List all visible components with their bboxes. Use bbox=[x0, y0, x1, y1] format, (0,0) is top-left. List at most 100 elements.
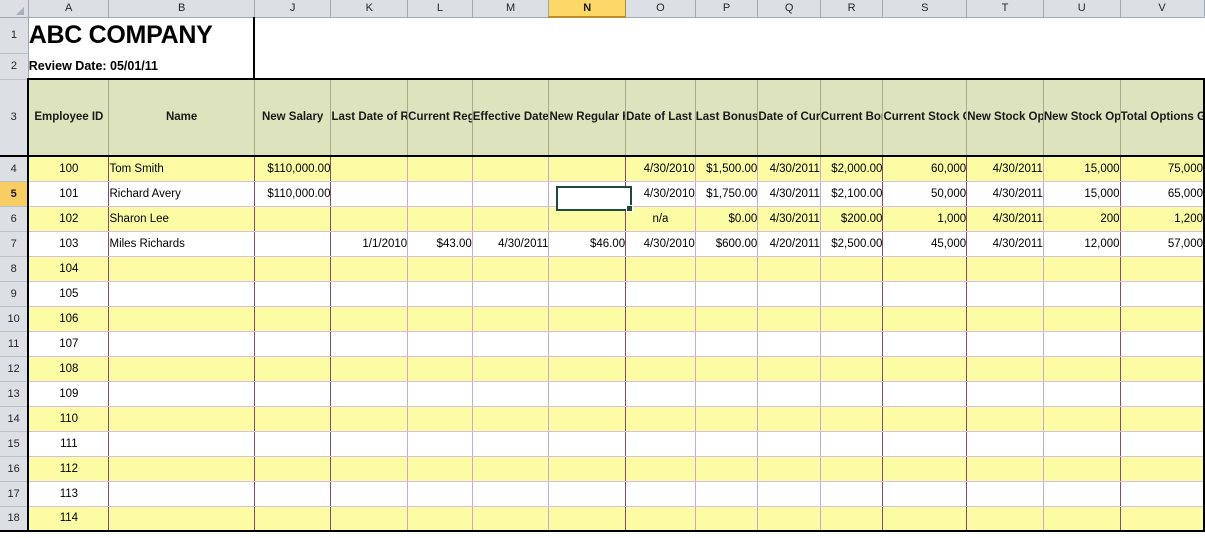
cell-total-options-granted[interactable] bbox=[1120, 456, 1205, 482]
cell-current-hourly[interactable] bbox=[407, 156, 473, 182]
cell-current-hourly[interactable] bbox=[407, 481, 473, 507]
cell-date-current-bonus[interactable] bbox=[757, 306, 821, 332]
cell-new-option-grants[interactable] bbox=[1043, 281, 1121, 307]
cell-new-option-grants[interactable] bbox=[1043, 456, 1121, 482]
row-header-4[interactable]: 4 bbox=[0, 156, 29, 182]
cell-new-option-grant-date[interactable] bbox=[966, 431, 1044, 457]
cell-new-hourly[interactable] bbox=[548, 206, 627, 232]
cell-current-bonus-amount[interactable] bbox=[820, 256, 884, 282]
cell-last-date-hourly[interactable] bbox=[330, 331, 409, 357]
cell-effective-date-hourly[interactable] bbox=[472, 156, 550, 182]
cell-current-bonus-amount[interactable]: $2,000.00 bbox=[820, 156, 884, 182]
cell-current-bonus-amount[interactable] bbox=[820, 456, 884, 482]
cell-date-current-bonus[interactable] bbox=[757, 331, 821, 357]
cell-last-bonus-amount[interactable]: $1,500.00 bbox=[695, 156, 759, 182]
cell-current-stock-options[interactable] bbox=[882, 356, 968, 382]
cell-new-option-grants[interactable] bbox=[1043, 306, 1121, 332]
row-header-11[interactable]: 11 bbox=[0, 331, 29, 357]
cell-last-bonus-amount[interactable] bbox=[695, 456, 759, 482]
cell-date-current-bonus[interactable]: 4/30/2011 bbox=[757, 206, 821, 232]
cell-last-bonus-amount[interactable] bbox=[695, 406, 759, 432]
cell-new-hourly[interactable] bbox=[548, 431, 627, 457]
row-header-15[interactable]: 15 bbox=[0, 431, 29, 457]
row-header-18[interactable]: 18 bbox=[0, 506, 29, 532]
cell-total-options-granted[interactable] bbox=[1120, 356, 1205, 382]
cell-effective-date-hourly[interactable] bbox=[472, 331, 550, 357]
row-header-8[interactable]: 8 bbox=[0, 256, 29, 282]
cell-new-hourly[interactable] bbox=[548, 156, 627, 182]
cell-new-salary[interactable] bbox=[254, 231, 332, 257]
cell-new-hourly[interactable]: $46.00 bbox=[548, 231, 627, 257]
row-header-10[interactable]: 10 bbox=[0, 306, 29, 332]
cell-last-date-hourly[interactable] bbox=[330, 406, 409, 432]
cell-new-salary[interactable] bbox=[254, 256, 332, 282]
cell-current-bonus-amount[interactable] bbox=[820, 481, 884, 507]
cell-last-date-hourly[interactable] bbox=[330, 256, 409, 282]
cell-last-bonus-amount[interactable]: $600.00 bbox=[695, 231, 759, 257]
cell-new-option-grant-date[interactable]: 4/30/2011 bbox=[966, 206, 1044, 232]
cell-current-bonus-amount[interactable] bbox=[820, 281, 884, 307]
cell-date-current-bonus[interactable] bbox=[757, 281, 821, 307]
cell-current-hourly[interactable] bbox=[407, 406, 473, 432]
cell-date-current-bonus[interactable]: 4/20/2011 bbox=[757, 231, 821, 257]
cell-new-salary[interactable] bbox=[254, 381, 332, 407]
row-header-3[interactable]: 3 bbox=[0, 79, 29, 157]
cell-new-hourly[interactable] bbox=[548, 506, 627, 532]
cell-new-option-grants[interactable] bbox=[1043, 256, 1121, 282]
cell-current-stock-options[interactable] bbox=[882, 431, 968, 457]
row-header-13[interactable]: 13 bbox=[0, 381, 29, 407]
cell-date-last-bonus[interactable] bbox=[625, 431, 696, 457]
column-header-t[interactable]: T bbox=[966, 0, 1044, 18]
cell-effective-date-hourly[interactable] bbox=[472, 256, 550, 282]
cell-new-salary[interactable]: $110,000.00 bbox=[254, 156, 332, 182]
cell-current-hourly[interactable] bbox=[407, 506, 473, 532]
cell-employee-id[interactable]: 100 bbox=[27, 156, 110, 182]
cell-last-date-hourly[interactable]: 1/1/2010 bbox=[330, 231, 409, 257]
cell-last-bonus-amount[interactable]: $1,750.00 bbox=[695, 181, 759, 207]
cell-last-bonus-amount[interactable] bbox=[695, 506, 759, 532]
cell-current-bonus-amount[interactable]: $2,100.00 bbox=[820, 181, 884, 207]
cell-current-hourly[interactable] bbox=[407, 381, 473, 407]
cell-new-hourly[interactable] bbox=[548, 256, 627, 282]
cell-date-last-bonus[interactable] bbox=[625, 506, 696, 532]
cell-new-hourly[interactable] bbox=[548, 281, 627, 307]
cell-current-bonus-amount[interactable]: $2,500.00 bbox=[820, 231, 884, 257]
cell-total-options-granted[interactable]: 75,000 bbox=[1120, 156, 1205, 182]
cell-name[interactable]: Richard Avery bbox=[108, 181, 255, 207]
cell-last-date-hourly[interactable] bbox=[330, 281, 409, 307]
cell-last-date-hourly[interactable] bbox=[330, 306, 409, 332]
cell-date-last-bonus[interactable] bbox=[625, 306, 696, 332]
cell-new-option-grant-date[interactable] bbox=[966, 481, 1044, 507]
cell-total-options-granted[interactable] bbox=[1120, 481, 1205, 507]
cell-effective-date-hourly[interactable] bbox=[472, 406, 550, 432]
review-date-cell[interactable]: Review Date: 05/01/11 bbox=[28, 53, 256, 80]
cell-current-bonus-amount[interactable] bbox=[820, 431, 884, 457]
cell-total-options-granted[interactable]: 65,000 bbox=[1120, 181, 1205, 207]
column-header-v[interactable]: V bbox=[1120, 0, 1205, 18]
cell-date-current-bonus[interactable] bbox=[757, 431, 821, 457]
row-header-9[interactable]: 9 bbox=[0, 281, 29, 307]
column-header-q[interactable]: Q bbox=[757, 0, 821, 18]
cell-new-option-grants[interactable] bbox=[1043, 356, 1121, 382]
row-header-16[interactable]: 16 bbox=[0, 456, 29, 482]
cell-current-hourly[interactable] bbox=[407, 206, 473, 232]
cell-name[interactable] bbox=[108, 256, 255, 282]
cell-new-option-grant-date[interactable]: 4/30/2011 bbox=[966, 181, 1044, 207]
select-all-corner[interactable] bbox=[0, 0, 29, 18]
blank-area-row2[interactable] bbox=[254, 53, 1204, 79]
cell-new-salary[interactable] bbox=[254, 206, 332, 232]
cell-date-last-bonus[interactable] bbox=[625, 256, 696, 282]
column-header-n[interactable]: N bbox=[548, 0, 627, 18]
column-header-j[interactable]: J bbox=[254, 0, 332, 18]
cell-date-last-bonus[interactable]: 4/30/2010 bbox=[625, 181, 696, 207]
cell-new-option-grants[interactable] bbox=[1043, 381, 1121, 407]
cell-total-options-granted[interactable]: 57,000 bbox=[1120, 231, 1205, 257]
row-header-7[interactable]: 7 bbox=[0, 231, 29, 257]
cell-last-bonus-amount[interactable] bbox=[695, 431, 759, 457]
cell-current-bonus-amount[interactable] bbox=[820, 506, 884, 532]
cell-new-hourly[interactable] bbox=[548, 456, 627, 482]
cell-effective-date-hourly[interactable] bbox=[472, 431, 550, 457]
cell-last-bonus-amount[interactable]: $0.00 bbox=[695, 206, 759, 232]
cell-current-stock-options[interactable] bbox=[882, 331, 968, 357]
row-header-6[interactable]: 6 bbox=[0, 206, 29, 232]
